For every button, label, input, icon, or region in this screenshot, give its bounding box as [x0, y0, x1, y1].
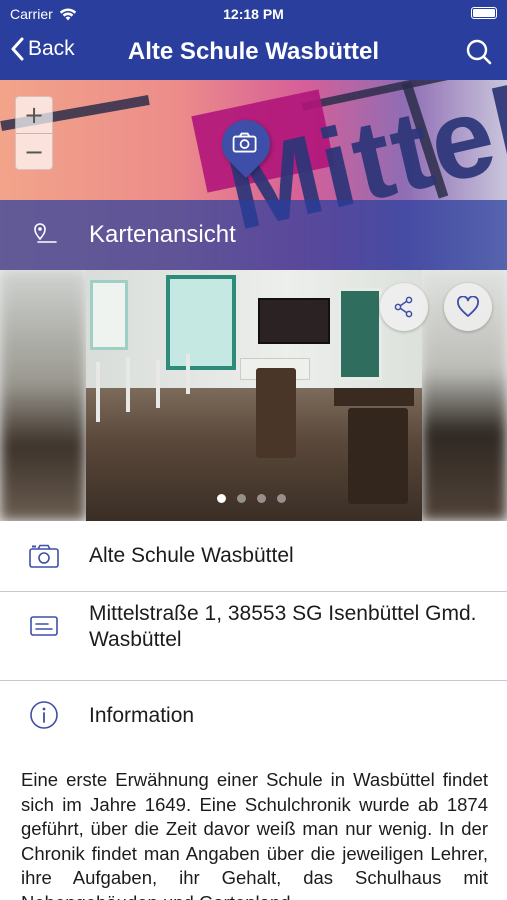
location-pin-icon	[34, 223, 57, 243]
photo-chair	[348, 408, 408, 504]
camera-icon	[232, 132, 257, 153]
information-heading: Information	[89, 704, 195, 727]
clock: 12:18 PM	[223, 6, 284, 22]
photo-window	[90, 280, 128, 350]
favorite-button[interactable]	[444, 283, 492, 331]
search-button[interactable]	[465, 38, 493, 71]
zoom-out-button[interactable]: −	[16, 133, 52, 169]
address-row[interactable]: Mittelstraße 1, 38553 SG Isenbüttel Gmd.…	[0, 592, 507, 680]
photo-screen	[258, 298, 330, 344]
camera-icon	[29, 544, 59, 568]
heart-icon	[457, 296, 479, 317]
page-indicator	[217, 494, 286, 503]
photo-table	[334, 388, 414, 406]
share-button[interactable]	[380, 283, 428, 331]
address-card-icon	[30, 616, 58, 636]
description-text: Eine erste Erwähnung einer Schule in Was…	[21, 769, 488, 900]
map-view-label: Kartenansicht	[89, 221, 236, 248]
page-dot[interactable]	[277, 494, 286, 503]
page-dot[interactable]	[257, 494, 266, 503]
photo-furniture	[86, 352, 246, 422]
page-title: Alte Schule Wasbüttel	[127, 38, 380, 65]
address-line-1: Mittelstraße 1, 38553 SG Isenbüttel Gmd.	[89, 602, 477, 625]
zoom-control: + −	[15, 96, 53, 170]
map-preview[interactable]: Mittelstr + − Kartenansicht	[0, 80, 507, 270]
share-icon	[394, 296, 413, 318]
address-text: Mittelstraße 1, 38553 SG Isenbüttel Gmd.…	[89, 601, 477, 653]
gallery-photo[interactable]	[86, 270, 422, 521]
address-line-2: Wasbüttel	[89, 628, 182, 651]
image-gallery[interactable]	[0, 270, 507, 521]
photo-door	[338, 288, 382, 380]
info-icon	[30, 701, 58, 729]
navigation-bar: Back Alte Schule Wasbüttel	[0, 26, 507, 80]
place-name-row: Alte Schule Wasbüttel	[0, 521, 507, 591]
previous-image-preview	[0, 270, 86, 521]
zoom-in-button[interactable]: +	[16, 97, 52, 133]
search-icon	[466, 39, 492, 65]
place-name: Alte Schule Wasbüttel	[89, 544, 294, 567]
page-dot[interactable]	[237, 494, 246, 503]
page-dot[interactable]	[217, 494, 226, 503]
status-bar: Carrier 12:18 PM	[0, 0, 507, 26]
photo-chair	[256, 368, 296, 458]
information-row: Information	[0, 681, 507, 751]
map-view-link[interactable]: Kartenansicht	[0, 200, 507, 270]
battery-icon	[471, 7, 497, 19]
